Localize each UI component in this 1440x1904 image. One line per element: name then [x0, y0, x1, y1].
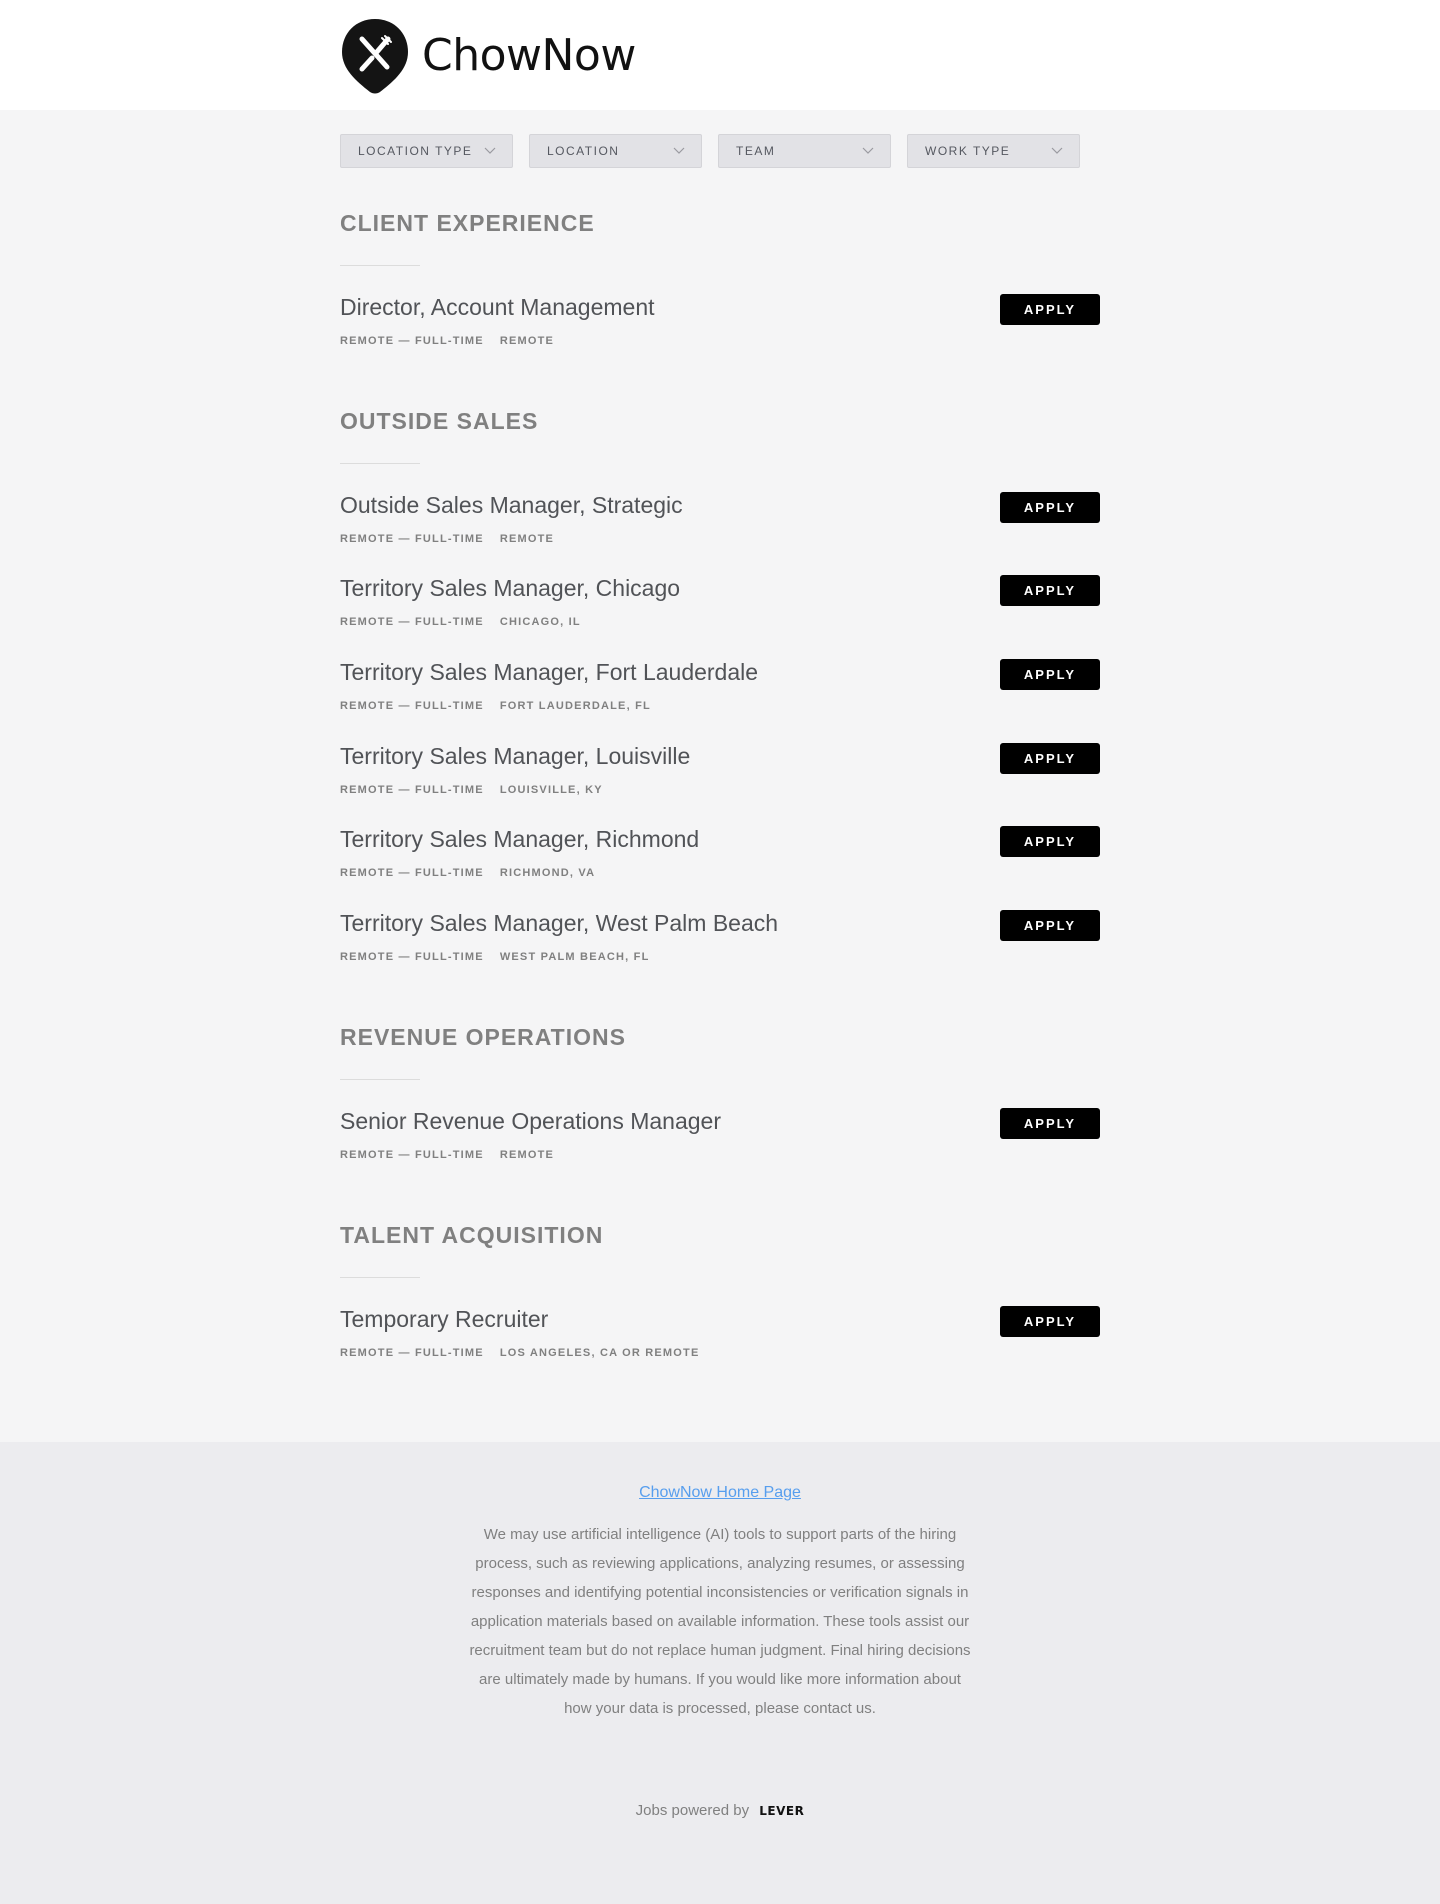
ai-disclaimer: We may use artificial intelligence (AI) …	[469, 1526, 971, 1717]
apply-button[interactable]: APPLY	[1000, 492, 1100, 523]
posting-title-link[interactable]: Territory Sales Manager, West Palm Beach	[340, 910, 778, 937]
filter-label: TEAM	[736, 144, 776, 158]
filter-label: LOCATION	[547, 144, 620, 158]
page-header: ChowNow	[0, 0, 1440, 110]
posting-commitment: REMOTE — FULL-TIME	[340, 616, 484, 628]
chevron-down-icon	[862, 147, 874, 154]
posting-location: RICHMOND, VA	[499, 867, 596, 879]
team-talent-acquisition: TALENT ACQUISITION Temporary Recruiter R…	[340, 1222, 1100, 1359]
team-client-experience: CLIENT EXPERIENCE Director, Account Mana…	[340, 210, 1100, 347]
team-title: OUTSIDE SALES	[340, 408, 539, 434]
apply-button[interactable]: APPLY	[1000, 575, 1100, 606]
posting-meta: REMOTE — FULL-TIME REMOTE	[340, 1149, 554, 1161]
posting-item: Senior Revenue Operations Manager REMOTE…	[340, 1108, 1100, 1174]
posting-title-link[interactable]: Temporary Recruiter	[340, 1306, 548, 1333]
posting-commitment: REMOTE — FULL-TIME	[340, 1347, 484, 1359]
brand-name: ChowNow	[422, 30, 636, 81]
filter-label: LOCATION TYPE	[358, 144, 473, 158]
posting-meta: REMOTE — FULL-TIME CHICAGO, IL	[340, 616, 581, 628]
home-link-wrapper: ChowNow Home Page	[0, 1484, 1440, 1502]
posting-commitment: REMOTE — FULL-TIME	[340, 335, 484, 347]
posting-location: CHICAGO, IL	[499, 616, 581, 628]
posting-meta: REMOTE — FULL-TIME REMOTE	[340, 335, 554, 347]
posting-commitment: REMOTE — FULL-TIME	[340, 867, 484, 879]
team-divider	[340, 463, 420, 464]
filter-location-type[interactable]: LOCATION TYPE	[340, 134, 513, 168]
posting-item: Territory Sales Manager, Fort Lauderdale…	[340, 659, 1100, 725]
team-divider	[340, 265, 420, 266]
team-divider	[340, 1277, 420, 1278]
posting-location: REMOTE	[499, 1149, 555, 1161]
posting-item: Territory Sales Manager, West Palm Beach…	[340, 910, 1100, 976]
posting-meta: REMOTE — FULL-TIME REMOTE	[340, 533, 554, 545]
posting-title-link[interactable]: Outside Sales Manager, Strategic	[340, 492, 683, 519]
apply-button[interactable]: APPLY	[1000, 659, 1100, 690]
posting-meta: REMOTE — FULL-TIME LOUISVILLE, KY	[340, 784, 603, 796]
posting-title-link[interactable]: Territory Sales Manager, Fort Lauderdale	[340, 659, 758, 686]
posting-title-link[interactable]: Director, Account Management	[340, 294, 655, 321]
posting-location: REMOTE	[499, 533, 555, 545]
team-title: TALENT ACQUISITION	[340, 1222, 604, 1248]
chownow-logo-icon	[342, 19, 408, 94]
filter-team[interactable]: TEAM	[718, 134, 891, 168]
postings-area: LOCATION TYPE LOCATION TEAM WORK TYPE CL…	[0, 110, 1440, 1442]
team-outside-sales: OUTSIDE SALES Outside Sales Manager, Str…	[340, 408, 1100, 963]
apply-button[interactable]: APPLY	[1000, 1306, 1100, 1337]
posting-title-link[interactable]: Senior Revenue Operations Manager	[340, 1108, 721, 1135]
posting-commitment: REMOTE — FULL-TIME	[340, 533, 484, 545]
posting-meta: REMOTE — FULL-TIME LOS ANGELES, CA OR RE…	[340, 1347, 700, 1359]
apply-button[interactable]: APPLY	[1000, 1108, 1100, 1139]
posting-commitment: REMOTE — FULL-TIME	[340, 1149, 484, 1161]
chevron-down-icon	[1051, 147, 1063, 154]
posting-item: Director, Account Management REMOTE — FU…	[340, 294, 1100, 360]
filter-location[interactable]: LOCATION	[529, 134, 702, 168]
posting-commitment: REMOTE — FULL-TIME	[340, 784, 484, 796]
page-footer: ChowNow Home Page We may use artificial …	[0, 1442, 1440, 1904]
powered-by: Jobs powered by LEVER	[0, 1802, 1440, 1819]
posting-location: REMOTE	[499, 335, 555, 347]
posting-location: LOS ANGELES, CA OR REMOTE	[499, 1347, 700, 1359]
posting-commitment: REMOTE — FULL-TIME	[340, 951, 484, 963]
posting-location: LOUISVILLE, KY	[499, 784, 603, 796]
posting-meta: REMOTE — FULL-TIME FORT LAUDERDALE, FL	[340, 700, 651, 712]
posting-meta: REMOTE — FULL-TIME WEST PALM BEACH, FL	[340, 951, 650, 963]
filter-work-type[interactable]: WORK TYPE	[907, 134, 1080, 168]
lever-logo-link[interactable]: LEVER	[759, 1804, 804, 1818]
chevron-down-icon	[673, 147, 685, 154]
posting-meta: REMOTE — FULL-TIME RICHMOND, VA	[340, 867, 595, 879]
posting-location: WEST PALM BEACH, FL	[499, 951, 650, 963]
team-title: REVENUE OPERATIONS	[340, 1024, 626, 1050]
chownow-logo[interactable]: ChowNow	[340, 17, 636, 95]
posting-commitment: REMOTE — FULL-TIME	[340, 700, 484, 712]
posting-item: Outside Sales Manager, Strategic REMOTE …	[340, 492, 1100, 558]
chevron-down-icon	[484, 147, 496, 154]
home-page-link[interactable]: ChowNow Home Page	[639, 1484, 801, 1501]
powered-by-text: Jobs powered by	[635, 1802, 750, 1819]
posting-item: Temporary Recruiter REMOTE — FULL-TIME L…	[340, 1306, 1100, 1372]
posting-title-link[interactable]: Territory Sales Manager, Louisville	[340, 743, 690, 770]
posting-title-link[interactable]: Territory Sales Manager, Chicago	[340, 575, 680, 602]
team-title: CLIENT EXPERIENCE	[340, 210, 595, 236]
posting-title-link[interactable]: Territory Sales Manager, Richmond	[340, 826, 699, 853]
posting-item: Territory Sales Manager, Louisville REMO…	[340, 743, 1100, 809]
team-revenue-operations: REVENUE OPERATIONS Senior Revenue Operat…	[340, 1024, 1100, 1161]
posting-location: FORT LAUDERDALE, FL	[499, 700, 651, 712]
posting-item: Territory Sales Manager, Chicago REMOTE …	[340, 575, 1100, 641]
team-divider	[340, 1079, 420, 1080]
apply-button[interactable]: APPLY	[1000, 294, 1100, 325]
filter-bar: LOCATION TYPE LOCATION TEAM WORK TYPE	[340, 134, 1080, 168]
filter-label: WORK TYPE	[925, 144, 1011, 158]
apply-button[interactable]: APPLY	[1000, 910, 1100, 941]
apply-button[interactable]: APPLY	[1000, 743, 1100, 774]
apply-button[interactable]: APPLY	[1000, 826, 1100, 857]
posting-item: Territory Sales Manager, Richmond REMOTE…	[340, 826, 1100, 892]
